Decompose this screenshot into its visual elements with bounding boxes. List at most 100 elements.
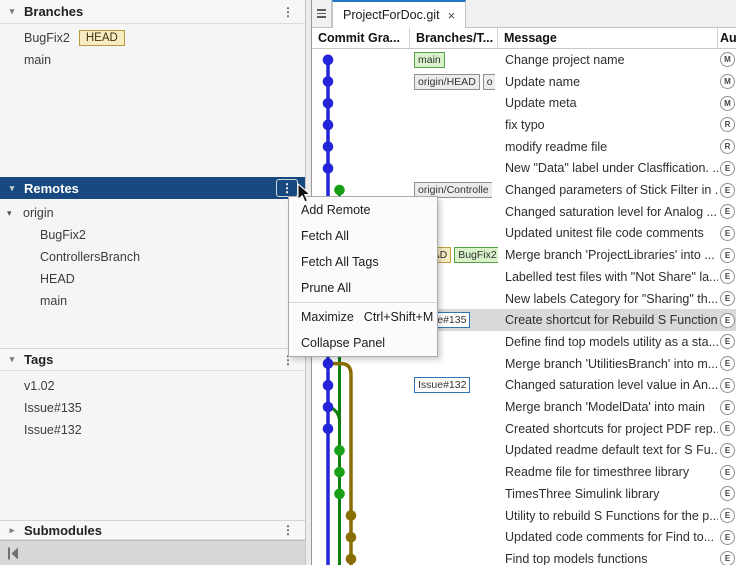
author-initial-badge: E (720, 226, 735, 241)
author-initial-badge: R (720, 139, 735, 154)
menu-item-prune-all[interactable]: Prune All (289, 275, 437, 301)
author-cell: E (718, 356, 736, 371)
commit-message: Updated readme default text for S Fu... (498, 443, 718, 457)
table-header: Commit Gra... Branches/T... Message Au..… (312, 28, 736, 49)
remotes-section-title: Remotes (24, 181, 79, 196)
collapse-arrow-icon[interactable]: ▾ (0, 6, 24, 17)
remotes-menu-icon[interactable]: ⋮ (276, 179, 298, 197)
commit-row[interactable]: mainChange project nameM (312, 49, 736, 71)
author-cell: E (718, 421, 736, 436)
author-cell: M (718, 96, 736, 111)
branch-tag-badges-cell (410, 136, 498, 158)
commit-row[interactable]: Find top models functionsE (312, 548, 736, 565)
commit-row[interactable]: fix typoR (312, 114, 736, 136)
author-cell: E (718, 248, 736, 263)
tag-item[interactable]: v1.02 (0, 375, 305, 397)
column-branches-tags[interactable]: Branches/T... (410, 28, 498, 48)
author-cell: E (718, 183, 736, 198)
head-badge: HEAD (79, 30, 125, 46)
author-initial-badge: E (720, 508, 735, 523)
commit-message: Create shortcut for Rebuild S Functions (498, 313, 718, 327)
commit-row[interactable]: Updated readme default text for S Fu...E (312, 440, 736, 462)
commit-row[interactable]: New "Data" label under Clasffication. ..… (312, 158, 736, 180)
tags-list: v1.02Issue#135Issue#132 (0, 371, 305, 520)
branch-item[interactable]: main (0, 49, 305, 71)
branch-label: main (24, 53, 51, 67)
remote-origin-label: origin (23, 206, 54, 220)
commit-message: Define find top models utility as a sta.… (498, 335, 718, 349)
remote-branch-item[interactable]: ControllersBranch (0, 246, 305, 268)
column-commit-graph[interactable]: Commit Gra... (312, 28, 410, 48)
commit-message: Updated unitest file code comments (498, 226, 718, 240)
remote-branch-item[interactable]: HEAD (0, 268, 305, 290)
author-cell: E (718, 465, 736, 480)
column-message[interactable]: Message (498, 28, 718, 48)
mouse-cursor (297, 183, 312, 204)
author-initial-badge: E (720, 421, 735, 436)
branch-item[interactable]: BugFix2 HEAD (0, 27, 305, 49)
expand-arrow-icon[interactable]: ▸ (0, 525, 24, 536)
tab-close-icon[interactable]: × (448, 9, 456, 22)
commit-message: Update name (498, 75, 718, 89)
branches-section-header[interactable]: ▾ Branches ⋮ (0, 0, 305, 24)
submodules-section-header[interactable]: ▸ Submodules ⋮ (0, 520, 305, 540)
commit-row[interactable]: Utility to rebuild S Functions for the p… (312, 505, 736, 527)
remote-branch-label: main (40, 294, 67, 308)
menu-divider (289, 302, 437, 303)
menu-item-fetch-all-tags[interactable]: Fetch All Tags (289, 249, 437, 275)
remote-origin[interactable]: ▾ origin (0, 202, 305, 224)
author-cell: E (718, 443, 736, 458)
tab-projectfordoc-git[interactable]: ProjectForDoc.git × (332, 0, 466, 28)
branch-tag-badges-cell (410, 483, 498, 505)
menu-item-label: Add Remote (301, 203, 370, 217)
author-cell: E (718, 226, 736, 241)
menu-item-collapse-panel[interactable]: Collapse Panel (289, 330, 437, 356)
author-cell: E (718, 334, 736, 349)
collapse-left-icon[interactable] (7, 547, 20, 560)
branch-tag-badges-cell (410, 92, 498, 114)
branch-tag-badges-cell (410, 396, 498, 418)
menu-item-maximize[interactable]: MaximizeCtrl+Shift+M (289, 304, 437, 330)
collapse-arrow-icon[interactable]: ▾ (0, 183, 24, 194)
commit-row[interactable]: Updated code comments for Find to...E (312, 526, 736, 548)
commit-message: Changed saturation level value in An... (498, 378, 718, 392)
tag-item[interactable]: Issue#135 (0, 397, 305, 419)
author-cell: E (718, 291, 736, 306)
branch-tag-badges-cell (410, 505, 498, 527)
tag-item[interactable]: Issue#132 (0, 419, 305, 441)
commit-row[interactable]: Update metaM (312, 92, 736, 114)
branch-tag-badges-cell (410, 548, 498, 565)
collapse-arrow-icon[interactable]: ▾ (7, 208, 23, 219)
branch-tag-badges-cell: origin/HEADo (410, 71, 498, 93)
remote-branch-item[interactable]: BugFix2 (0, 224, 305, 246)
menu-item-label: Maximize (301, 310, 354, 324)
menu-item-fetch-all[interactable]: Fetch All (289, 223, 437, 249)
author-cell: E (718, 161, 736, 176)
commit-message: New "Data" label under Clasffication. ..… (498, 161, 718, 175)
submodules-menu-icon[interactable]: ⋮ (278, 522, 298, 538)
branch-label: BugFix2 (24, 31, 70, 45)
author-cell: E (718, 400, 736, 415)
remote-branch-item[interactable]: main (0, 290, 305, 312)
commit-row[interactable]: modify readme fileR (312, 136, 736, 158)
branch-tag-badges-cell (410, 461, 498, 483)
collapse-arrow-icon[interactable]: ▾ (0, 354, 24, 365)
commit-row[interactable]: Created shortcuts for project PDF rep...… (312, 418, 736, 440)
commit-row[interactable]: origin/HEADoUpdate nameM (312, 71, 736, 93)
author-initial-badge: E (720, 400, 735, 415)
branch-tag-badges-cell (410, 526, 498, 548)
remotes-section-header[interactable]: ▾ Remotes ⋮ (0, 177, 305, 199)
tags-section-header[interactable]: ▾ Tags ⋮ (0, 348, 305, 371)
author-initial-badge: E (720, 161, 735, 176)
panel-menu-icon[interactable] (312, 0, 332, 27)
author-initial-badge: E (720, 313, 735, 328)
commit-message: Change project name (498, 53, 718, 67)
author-initial-badge: E (720, 378, 735, 393)
commit-row[interactable]: Issue#132Changed saturation level value … (312, 375, 736, 397)
menu-item-label: Prune All (301, 281, 351, 295)
column-author[interactable]: Au... (718, 28, 736, 48)
commit-row[interactable]: Merge branch 'ModelData' into mainE (312, 396, 736, 418)
commit-row[interactable]: TimesThree Simulink libraryE (312, 483, 736, 505)
commit-row[interactable]: Readme file for timesthree libraryE (312, 461, 736, 483)
branches-menu-icon[interactable]: ⋮ (278, 4, 298, 20)
